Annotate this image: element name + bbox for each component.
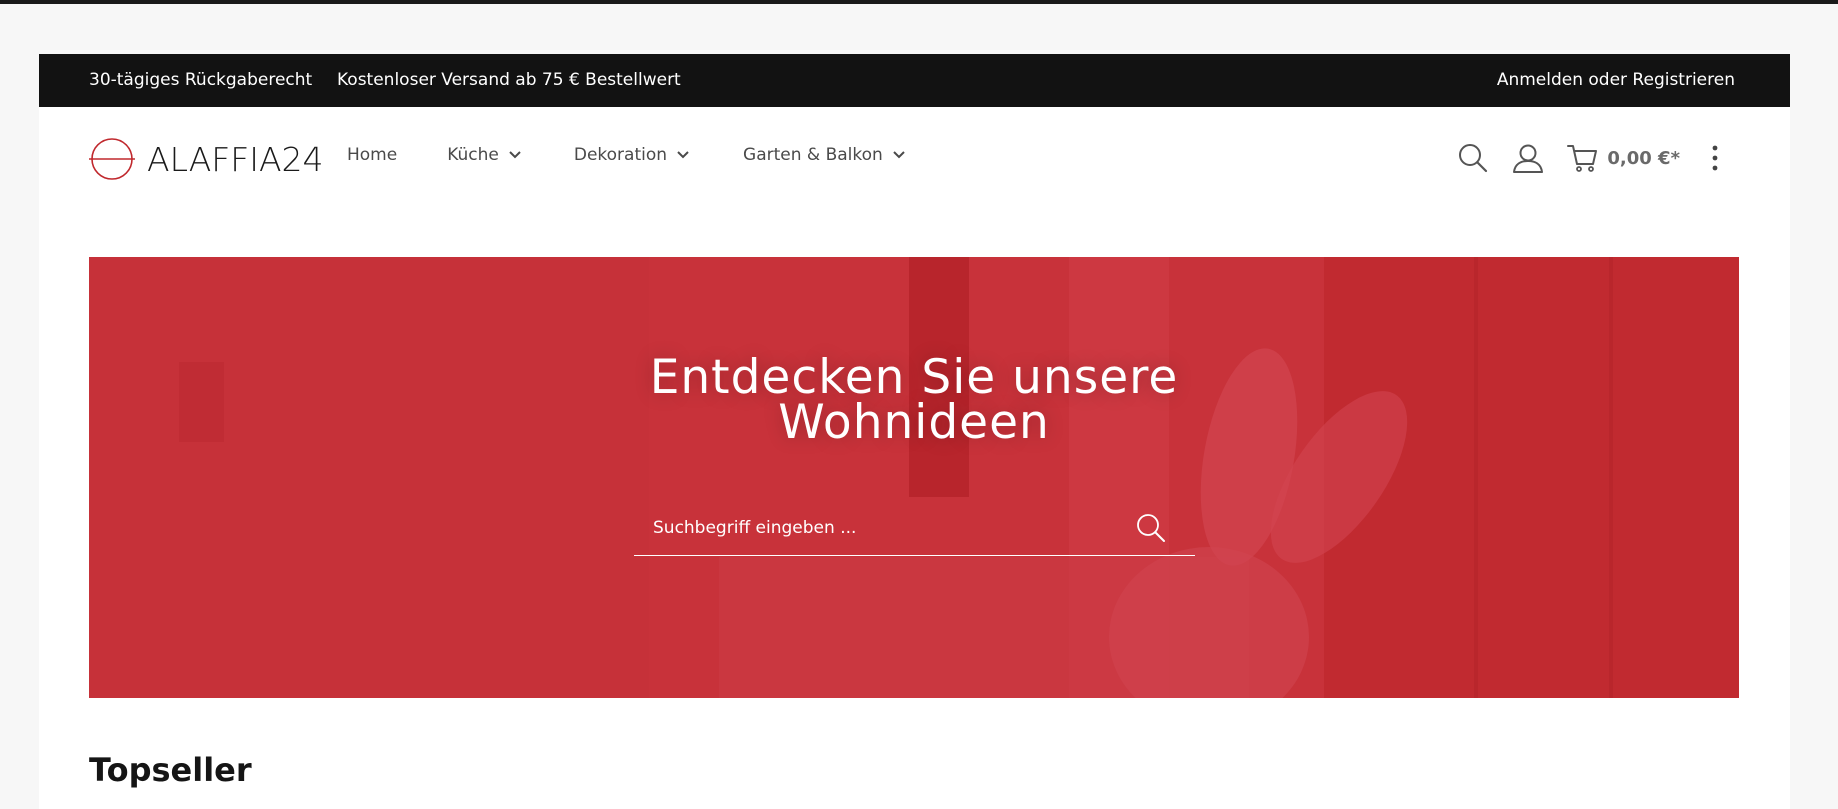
top-info-bar: 30-tägiges Rückgaberecht Kostenloser Ver… [39,54,1790,107]
logo-circle-icon [89,138,135,180]
header-search-button[interactable] [1457,142,1489,174]
search-icon [1459,144,1488,173]
nav-item-label: Home [347,145,398,165]
search-icon[interactable] [1135,512,1167,544]
shipping-promo-text: Kostenloser Versand ab 75 € Bestellwert [337,70,681,90]
main-header: ALAFFIA24 Home Küche Dekoration Garten &… [39,107,1790,207]
window-top-border [0,0,1838,4]
returns-promo-text: 30-tägiges Rückgaberecht [89,70,313,90]
topseller-heading: Topseller [89,751,252,789]
site-logo[interactable]: ALAFFIA24 [89,137,324,181]
cart-button[interactable]: 0,00 €* [1567,142,1680,174]
chevron-down-icon [677,151,689,159]
nav-item-label: Garten & Balkon [743,145,883,165]
nav-item-label: Küche [447,145,499,165]
hero-search-input[interactable] [634,502,1134,554]
hero-title-line-1: Entdecken Sie unsere [649,350,1179,405]
hero-title-line-2: Wohnideen [778,395,1050,450]
user-icon [1513,144,1544,173]
more-options-button[interactable] [1710,144,1720,172]
cart-total: 0,00 €* [1607,147,1680,169]
hero-title: Entdecken Sie unsere Wohnideen [89,350,1739,450]
header-actions: 0,00 €* [1457,133,1720,183]
more-vertical-icon [1712,145,1718,171]
page-container: 30-tägiges Rückgaberecht Kostenloser Ver… [39,54,1790,809]
hero-search-bar [634,502,1195,556]
nav-item-kueche[interactable]: Küche [447,145,522,165]
chevron-down-icon [509,151,521,159]
chevron-down-icon [893,151,905,159]
hero-background-image [89,257,1739,698]
cart-icon [1567,145,1598,172]
nav-item-label: Dekoration [573,145,668,165]
main-navigation: Home Küche Dekoration Garten & Balkon [347,145,906,165]
login-register-link[interactable]: Anmelden oder Registrieren [1497,70,1735,90]
hero-banner: Entdecken Sie unsere Wohnideen [89,257,1739,698]
nav-item-garten-balkon[interactable]: Garten & Balkon [743,145,906,165]
nav-item-dekoration[interactable]: Dekoration [574,145,690,165]
nav-item-home[interactable]: Home [347,145,397,165]
logo-text: ALAFFIA24 [147,139,324,179]
account-button[interactable] [1512,142,1544,174]
